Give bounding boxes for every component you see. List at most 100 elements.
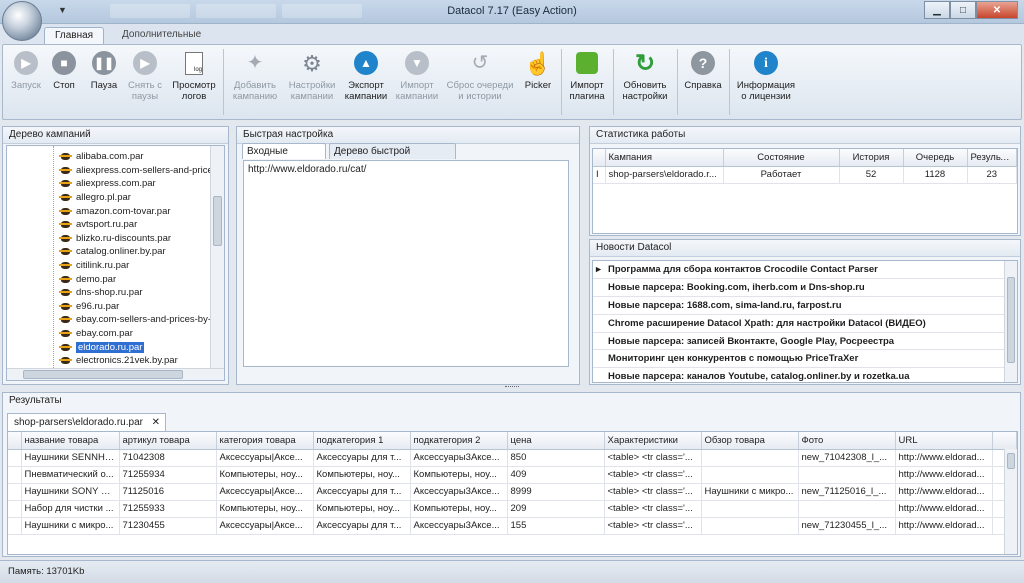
add-campaign-button[interactable]: ✦ Добавить кампанию [229,49,281,103]
news-item[interactable]: Новые парсера: каналов Youtube, catalog.… [593,367,1017,382]
export-campaign-button[interactable]: ▲ Экспорт кампании [343,49,389,102]
tree-item[interactable]: amazon.com-tovar.par [59,204,171,218]
tree-item[interactable]: ebay.com.par [59,327,133,341]
tree-scroll-thumb[interactable] [213,196,222,246]
news-item[interactable]: Мониторинг цен конкурентов с помощью Pri… [593,349,1017,369]
reset-queue-button[interactable]: ↺ Сброс очереди и истории [445,49,515,103]
results-column-header[interactable]: Фото [798,432,896,450]
results-column-header[interactable]: подкатегория 1 [313,432,411,450]
campaign-file-icon [59,165,72,176]
tree-vertical-scrollbar[interactable] [210,146,224,368]
tree-item[interactable]: electronics.21vek.by.par [59,354,178,368]
results-tab[interactable]: shop-parsers\eldorado.ru.par ✕ [7,413,166,431]
campaign-file-icon [59,260,72,271]
results-column-header[interactable]: категория товара [216,432,314,450]
tab-input-data[interactable]: Входные данные [242,143,326,172]
window-title: Datacol 7.17 (Easy Action) [447,5,577,17]
news-item[interactable]: Новые парсера: Booking.com, iherb.com и … [593,278,1017,298]
results-scroll-thumb[interactable] [1007,453,1015,469]
maximize-button[interactable]: □ [950,1,976,19]
tree-item[interactable]: demo.par [59,272,116,286]
view-logs-button[interactable]: log Просмотр логов [171,49,217,102]
stats-col-state[interactable]: Состояние [723,149,840,167]
stats-col-queue[interactable]: Очередь [903,149,968,167]
stats-col-campaign[interactable]: Кампания [605,149,724,167]
tree-item[interactable]: ebay.com-sellers-and-prices-by- [59,313,211,327]
campaign-settings-button[interactable]: ⚙ Настройки кампании [285,49,339,102]
log-file-icon: log [185,51,203,75]
toolbar-separator [729,49,730,115]
news-item[interactable]: Новые парсера: 1688.com, sima-land.ru, f… [593,296,1017,315]
close-tab-icon[interactable]: ✕ [152,414,160,431]
results-column-header[interactable]: цена [507,432,605,450]
results-column-header[interactable]: Обзор товара [701,432,799,450]
tab-additional[interactable]: Дополнительные [112,27,211,44]
tab-main[interactable]: Главная [44,27,105,44]
results-row[interactable]: Наушники с микро... 71230455 Аксессуары|Ак… [8,517,1017,535]
tree-item[interactable]: dns-shop.ru.par [59,286,143,300]
stats-row[interactable]: I shop-parsers\eldorado.r... Работает 52… [593,166,1017,184]
input-urls-field[interactable]: http://www.eldorado.ru/cat/ [243,160,569,367]
tree-item[interactable]: e96.ru.par [59,300,119,314]
stats-panel: Статистика работы Кампания Состояние Ист… [589,126,1021,236]
results-vertical-scrollbar[interactable] [1004,449,1017,554]
results-row[interactable]: Наушники SENNHE... 71042308 Аксессуары|Акс… [8,449,1017,467]
row-pointer [593,349,605,369]
status-bar: Память: 13701Kb [0,560,1024,583]
news-item[interactable]: Chrome расширение Datacol Xpath: для нас… [593,314,1017,333]
help-button[interactable]: ? Справка [681,49,725,91]
tree-item[interactable]: allegro.pl.par [59,191,131,205]
ribbon-toolbar: ▶ Запуск ■ Стоп ❚❚ Пауза ▶ Снять с паузы… [2,44,1022,120]
resume-icon: ▶ [133,51,157,75]
results-row[interactable]: Пневматический о... 71255934 Компьютеры, н… [8,466,1017,484]
tree-hscroll-thumb[interactable] [23,370,183,379]
results-column-header[interactable]: подкатегория 2 [410,432,508,450]
start-button[interactable]: ▶ Запуск [9,49,43,91]
picker-button[interactable]: ☝ Picker [521,49,555,91]
news-scroll-thumb[interactable] [1007,277,1015,363]
ribbon-tab-row: Главная Дополнительные [0,24,1024,44]
pause-button[interactable]: ❚❚ Пауза [87,49,121,91]
tree-item[interactable]: catalog.onliner.by.par [59,245,166,259]
pause-icon: ❚❚ [92,51,116,75]
tree-item[interactable]: alibaba.com.par [59,150,144,164]
tree-horizontal-scrollbar[interactable] [7,368,224,380]
minimize-button[interactable]: ▁ [924,1,950,19]
import-plugin-button[interactable]: Импорт плагина [565,49,609,102]
campaign-file-icon [59,287,72,298]
stats-col-history[interactable]: История [839,149,904,167]
news-vertical-scrollbar[interactable] [1004,261,1017,382]
splitter-grip[interactable] [505,386,519,389]
stop-button[interactable]: ■ Стоп [49,49,79,91]
application-menu-orb[interactable] [2,1,42,41]
tree-item[interactable]: citilink.ru.par [59,259,129,273]
results-column-header[interactable]: название товара [21,432,120,450]
results-column-header[interactable]: артикул товара [119,432,217,450]
results-column-header[interactable]: Характеристики [604,432,702,450]
refresh-icon: ↻ [634,49,656,77]
campaign-file-icon [59,192,72,203]
tree-item[interactable]: blizko.ru-discounts.par [59,232,171,246]
stats-col-results[interactable]: Результаты [967,149,1017,167]
news-item[interactable]: Новые парсера: записей Вконтакте, Google… [593,332,1017,351]
tree-item[interactable]: eldorado.ru.par [59,340,145,354]
news-item[interactable]: ▸ Программа для сбора контактов Crocodile… [593,261,1017,280]
import-campaign-button[interactable]: ▼ Импорт кампании [393,49,441,102]
tree-item[interactable]: aliexpress.com.par [59,177,156,191]
refresh-settings-button[interactable]: ↻ Обновить настройки [617,49,673,102]
resume-button[interactable]: ▶ Снять с паузы [125,49,165,102]
app-window: ▼ Datacol 7.17 (Easy Action) ▁ □ ✕ Главн… [0,0,1024,583]
tab-quick-setup-tree[interactable]: Дерево быстрой настройки [329,143,456,172]
results-row[interactable]: Набор для чистки ... 71255933 Компьютеры, … [8,500,1017,518]
row-pointer [593,332,605,351]
gear-icon: ⚙ [302,50,322,76]
tree-item[interactable]: avtsport.ru.par [59,218,137,232]
campaign-file-icon [59,219,72,230]
results-column-header[interactable]: URL [895,432,993,450]
results-row[interactable]: Наушники SONY M... 71125016 Аксессуары|Акс… [8,483,1017,501]
campaign-file-icon [59,328,72,339]
license-info-button[interactable]: i Информация о лицензии [733,49,799,102]
results-panel: Результаты shop-parsers\eldorado.ru.par … [2,392,1021,557]
close-button[interactable]: ✕ [976,1,1018,19]
tree-item[interactable]: aliexpress.com-sellers-and-price [59,164,213,178]
